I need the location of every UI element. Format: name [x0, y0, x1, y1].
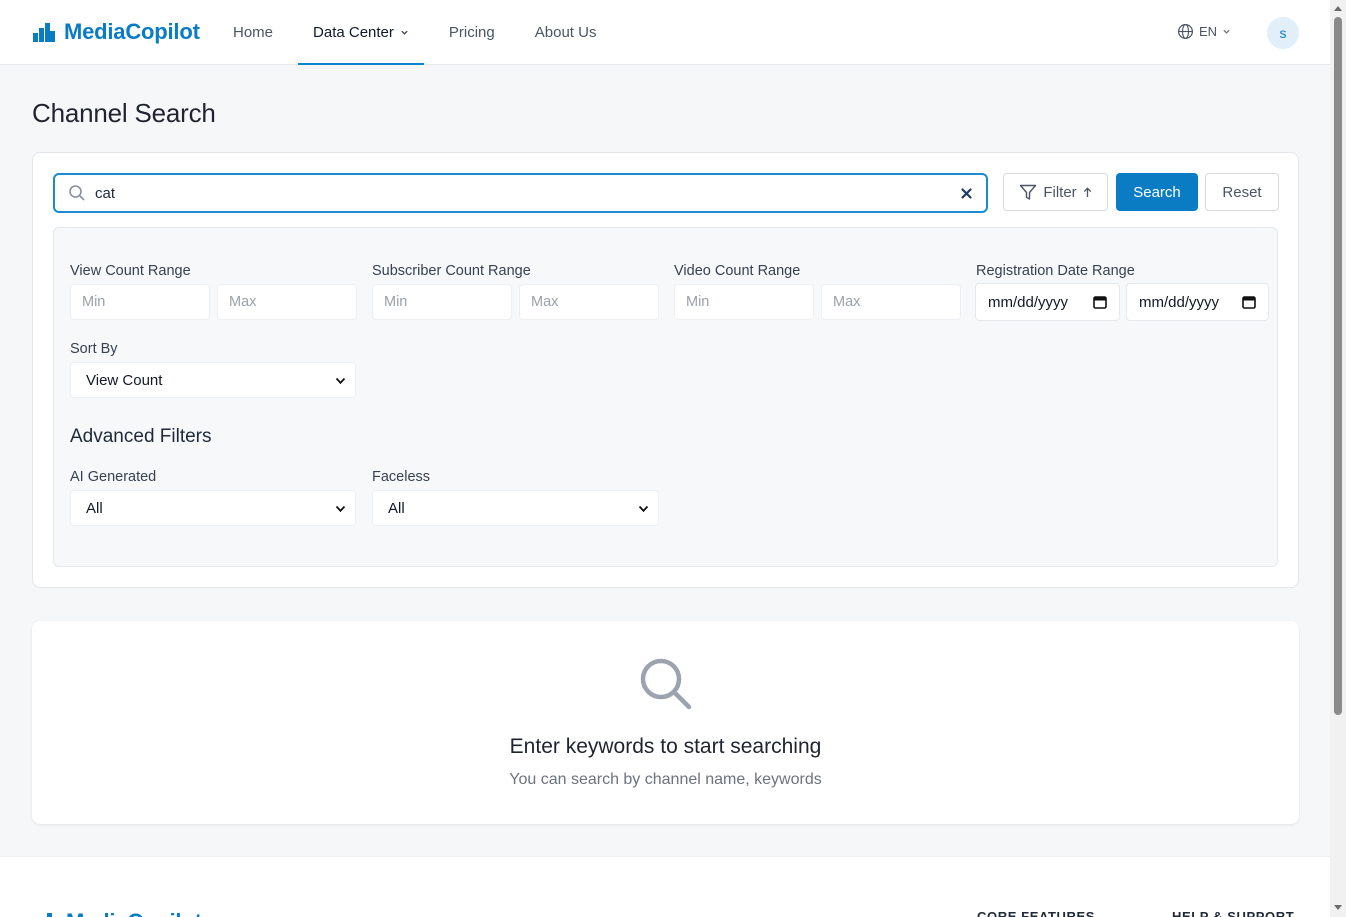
brand-link[interactable]: MediaCopilot [33, 19, 200, 45]
subscriber-count-max-input[interactable]: Max [519, 284, 659, 320]
registration-start-date-input[interactable]: mm/dd/yyyy [975, 283, 1120, 321]
nav-data-center-label: Data Center [313, 24, 394, 41]
avatar[interactable]: s [1267, 17, 1299, 49]
search-box [53, 173, 988, 213]
advanced-filters-title: Advanced Filters [70, 426, 212, 447]
view-count-max-input[interactable]: Max [217, 284, 357, 320]
end-date-placeholder: mm/dd/yyyy [1139, 293, 1220, 311]
video-count-max-input[interactable]: Max [821, 284, 961, 320]
scroll-down-arrow-icon[interactable] [1334, 905, 1342, 910]
sort-by-value: View Count [86, 371, 163, 389]
reset-button[interactable]: Reset [1205, 173, 1279, 211]
main-nav: Home Data Center Pricing About Us [218, 0, 621, 65]
chevron-down-icon [401, 30, 408, 35]
scroll-up-arrow-icon[interactable] [1334, 6, 1342, 11]
ai-generated-label: AI Generated [70, 469, 157, 485]
bar-chart-logo-icon [33, 23, 55, 42]
footer-brand-name: MediaCopilot [66, 909, 202, 917]
nav-home-label: Home [233, 24, 274, 41]
nav-about-us-label: About Us [534, 24, 597, 41]
sort-by-select[interactable]: View Count [70, 362, 356, 398]
filter-panel: View Count Range Min Max Subscriber Coun… [53, 227, 1278, 567]
ai-generated-value: All [86, 499, 103, 517]
ai-generated-select[interactable]: All [70, 490, 356, 526]
chevron-down-icon [638, 505, 649, 513]
nav-pricing-label: Pricing [448, 24, 495, 41]
top-navbar: MediaCopilot Home Data Center Pricing Ab… [0, 0, 1330, 65]
view-count-min-input[interactable]: Min [70, 284, 210, 320]
faceless-value: All [388, 499, 405, 517]
nav-home[interactable]: Home [218, 0, 288, 65]
chevron-down-icon [1223, 29, 1230, 34]
nav-pricing[interactable]: Pricing [434, 0, 510, 65]
search-card: Filter Search Reset View Count Range Min… [32, 152, 1299, 588]
clear-search-button[interactable] [958, 185, 974, 201]
search-icon [69, 185, 85, 201]
calendar-icon [1093, 296, 1107, 309]
funnel-icon [1020, 184, 1037, 200]
globe-icon [1177, 23, 1194, 40]
sort-by-label: Sort By [70, 341, 118, 357]
chevron-down-icon [335, 377, 346, 385]
video-count-min-input[interactable]: Min [674, 284, 814, 320]
arrow-up-icon [1083, 186, 1091, 197]
footer: MediaCopilot CORE FEATURES HELP & SUPPOR… [0, 856, 1330, 917]
registration-date-range-label: Registration Date Range [976, 263, 1135, 279]
avatar-initial: s [1279, 25, 1287, 41]
footer-brand[interactable]: MediaCopilot [35, 909, 202, 917]
footer-core-features-heading: CORE FEATURES [977, 909, 1096, 917]
faceless-select[interactable]: All [372, 490, 659, 526]
language-selector[interactable]: EN [1177, 23, 1231, 40]
close-icon [960, 187, 972, 199]
footer-help-support-heading: HELP & SUPPORT [1172, 909, 1295, 917]
filter-toggle-button[interactable]: Filter [1003, 173, 1108, 211]
scrollbar-thumb[interactable] [1334, 17, 1342, 715]
subscriber-count-range-label: Subscriber Count Range [372, 263, 531, 279]
bar-chart-logo-icon [47, 913, 52, 917]
brand-name: MediaCopilot [64, 19, 200, 44]
calendar-icon [1242, 296, 1256, 309]
registration-end-date-input[interactable]: mm/dd/yyyy [1126, 283, 1269, 321]
search-input[interactable] [95, 175, 955, 211]
nav-data-center[interactable]: Data Center [298, 0, 424, 65]
subscriber-count-min-input[interactable]: Min [372, 284, 512, 320]
search-icon [640, 658, 692, 710]
faceless-label: Faceless [372, 469, 431, 485]
video-count-range-label: Video Count Range [674, 263, 801, 279]
filter-button-label: Filter [1043, 183, 1077, 201]
empty-state-subtitle: You can search by channel name, keywords [509, 771, 822, 788]
search-button[interactable]: Search [1116, 173, 1198, 211]
view-count-range-label: View Count Range [70, 263, 191, 279]
start-date-placeholder: mm/dd/yyyy [988, 293, 1069, 311]
empty-state-title: Enter keywords to start searching [509, 735, 822, 758]
chevron-down-icon [335, 505, 346, 513]
language-label: EN [1199, 24, 1218, 39]
empty-state-card: Enter keywords to start searching You ca… [32, 621, 1299, 824]
nav-about-us[interactable]: About Us [520, 0, 612, 65]
page-title: Channel Search [32, 98, 216, 128]
page-scrollbar[interactable] [1330, 0, 1346, 917]
